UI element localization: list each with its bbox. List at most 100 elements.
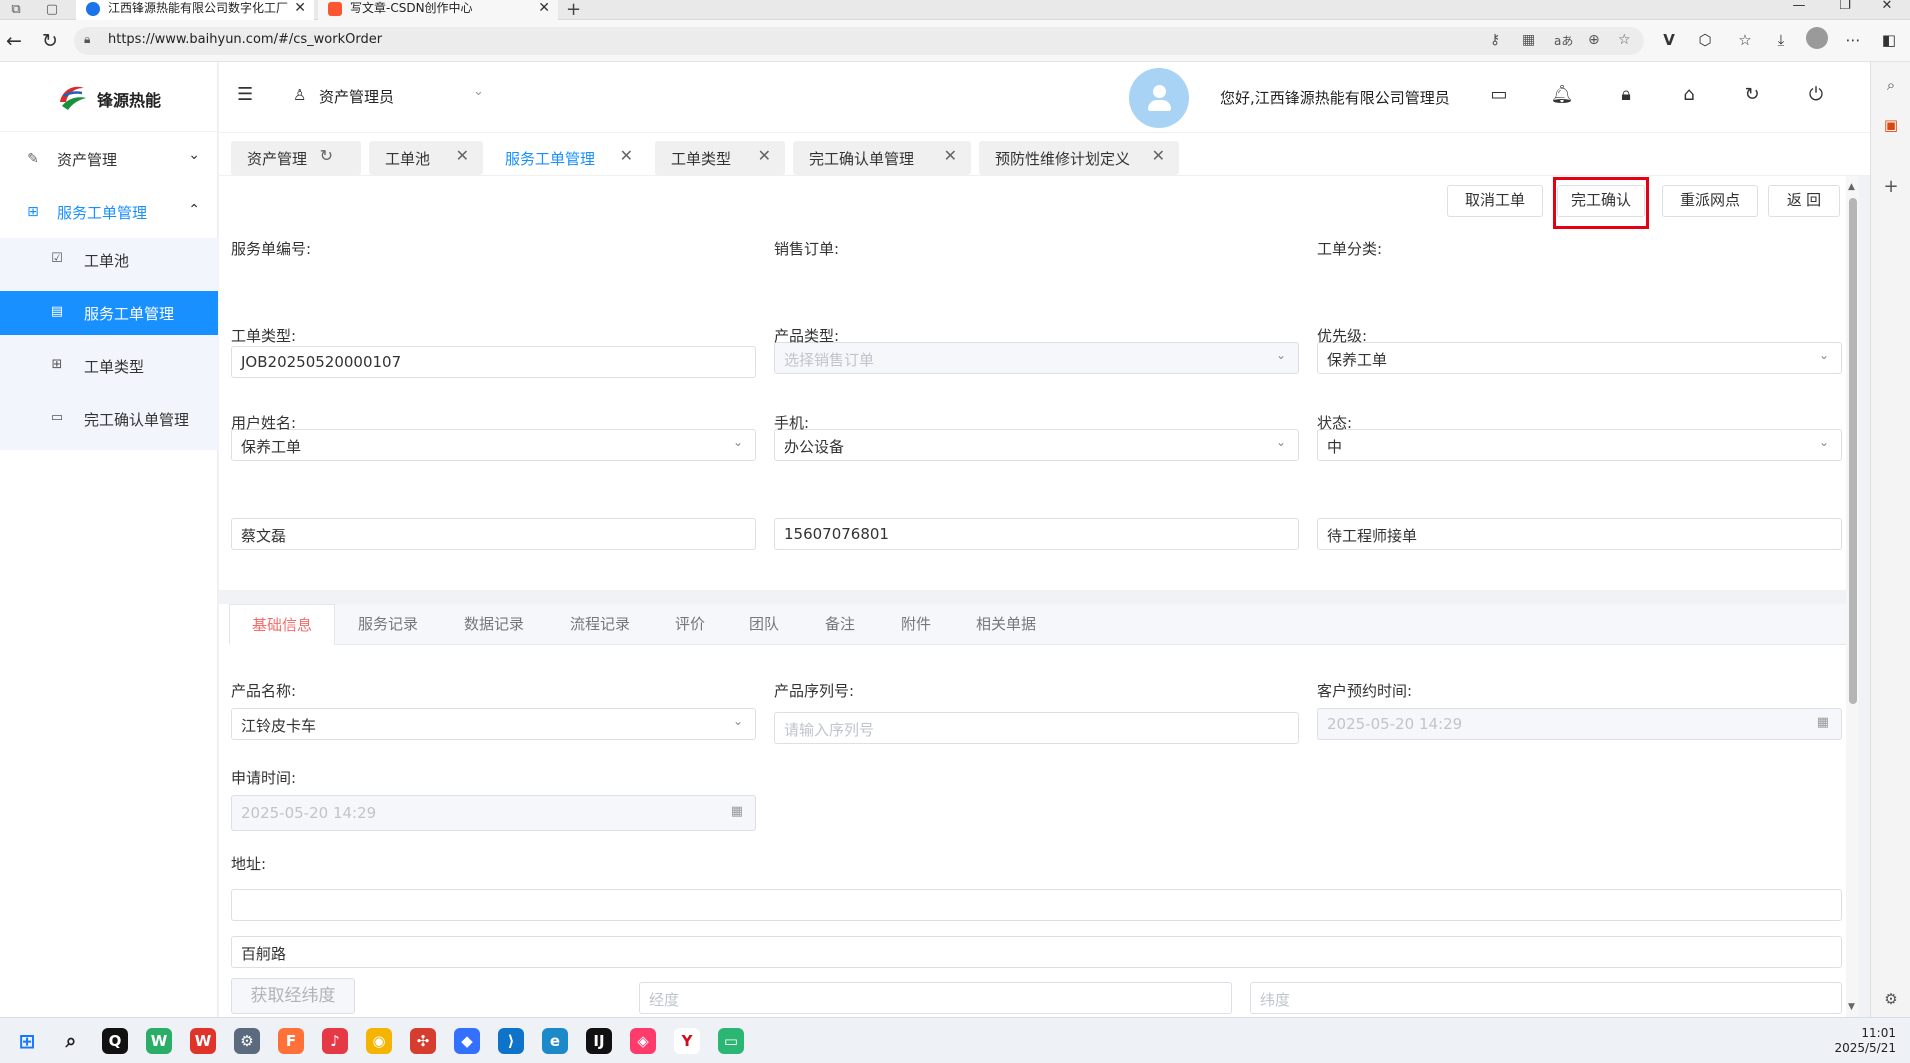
reassign-outlet-button[interactable]: 重派网点 <box>1662 185 1758 217</box>
sidebar-toggle-icon[interactable]: ◧ <box>1878 31 1900 49</box>
sidebar-item-order-types[interactable]: ⊞ 工单类型 <box>0 344 218 388</box>
chrome-icon[interactable]: ◉ <box>366 1028 392 1054</box>
avatar[interactable] <box>1129 68 1189 128</box>
lark-icon[interactable]: ◆ <box>454 1028 480 1054</box>
phone-input[interactable]: 15607076801 <box>774 518 1299 550</box>
new-tab-icon[interactable]: + <box>566 0 581 20</box>
sidebar-item-asset-management[interactable]: ✎ 资产管理 ⌄ <box>0 133 218 185</box>
close-tab-icon[interactable]: ✕ <box>538 0 550 16</box>
status-input[interactable]: 待工程师接单 <box>1317 518 1842 550</box>
netease-music-icon[interactable]: ♪ <box>322 1028 348 1054</box>
tab-attachments[interactable]: 附件 <box>879 604 953 645</box>
longitude-input[interactable]: 经度 <box>639 982 1232 1014</box>
search-icon[interactable]: ⌕ <box>58 1028 84 1054</box>
edge-browser-icon[interactable]: e <box>542 1028 568 1054</box>
order-type-select[interactable]: 保养工单 ⌄ <box>231 429 756 461</box>
product-type-select[interactable]: 办公设备 ⌄ <box>774 429 1299 461</box>
tab-data-records[interactable]: 数据记录 <box>441 604 547 645</box>
gear-icon[interactable]: ⚙ <box>1882 990 1900 1008</box>
brand-logo[interactable]: 锋源热能 <box>0 62 218 132</box>
vscode-icon[interactable]: ⟩ <box>498 1028 524 1054</box>
app-y-icon[interactable]: Y <box>674 1028 700 1054</box>
add-icon[interactable]: + <box>1882 176 1900 197</box>
back-button[interactable]: 返 回 <box>1768 185 1840 217</box>
wechat-icon[interactable]: W <box>146 1028 172 1054</box>
tag-completion-confirmation[interactable]: 完工确认单管理 ✕ <box>793 141 971 175</box>
browser-tab-app[interactable]: 江西锋源热能有限公司数字化工厂 ✕ <box>76 0 314 20</box>
close-icon[interactable]: ✕ <box>620 146 633 165</box>
category-select[interactable]: 保养工单 ⌄ <box>1317 342 1842 374</box>
minimize-icon[interactable]: — <box>1776 0 1822 12</box>
sales-order-select[interactable]: 选择销售订单 ⌄ <box>774 342 1299 374</box>
content-scrollbar[interactable]: ▲ ▼ <box>1846 176 1859 1017</box>
product-name-select[interactable]: 江铃皮卡车 ⌄ <box>231 708 756 740</box>
address-line1-input[interactable] <box>231 889 1842 921</box>
qq-icon[interactable]: Q <box>102 1028 128 1054</box>
workspaces-icon[interactable]: ⧉ <box>8 2 24 18</box>
lock-icon[interactable]: 🔒︎ <box>1614 83 1638 107</box>
windows-start-icon[interactable]: ⊞ <box>14 1028 40 1054</box>
firefox-icon[interactable]: F <box>278 1028 304 1054</box>
search-icon[interactable]: ⌕ <box>1882 76 1900 94</box>
tag-preventive-maintenance[interactable]: 预防性维修计划定义 ✕ <box>979 141 1179 175</box>
url-field[interactable]: 🔒︎ https://www.baihyun.com/#/cs_workOrde… <box>74 27 1644 55</box>
reload-icon[interactable]: ↻ <box>38 29 62 53</box>
scroll-thumb[interactable] <box>1849 198 1857 704</box>
intellij-icon[interactable]: IJ <box>586 1028 612 1054</box>
close-icon[interactable]: ✕ <box>456 146 469 165</box>
app-pink-icon[interactable]: ◈ <box>630 1028 656 1054</box>
tag-service-order-management[interactable]: 服务工单管理 ✕ <box>489 141 647 175</box>
sidebar-item-completion-confirmation[interactable]: ▭ 完工确认单管理 <box>0 397 218 441</box>
home-icon[interactable]: ⌂ <box>1677 83 1701 107</box>
extension-v-icon[interactable]: V <box>1658 31 1680 49</box>
menu-toggle-icon[interactable]: ☰ <box>237 86 257 104</box>
power-icon[interactable]: ⏻ <box>1804 83 1828 107</box>
key-icon[interactable]: ⚷ <box>1490 32 1500 48</box>
restore-icon[interactable]: ❐ <box>1822 0 1868 12</box>
favorite-star-icon[interactable]: ☆ <box>1618 32 1631 48</box>
apply-time-datepicker[interactable]: 2025-05-20 14:29 ▦ <box>231 795 756 831</box>
tab-actions-icon[interactable]: ▢ <box>44 2 60 18</box>
tag-order-pool[interactable]: 工单池 ✕ <box>369 141 483 175</box>
xmind-icon[interactable]: ✣ <box>410 1028 436 1054</box>
system-clock[interactable]: 11:01 2025/5/21 <box>1834 1026 1896 1056</box>
message-icon[interactable]: ▭ <box>1487 83 1511 107</box>
back-icon[interactable]: ← <box>2 29 26 53</box>
close-icon[interactable]: ✕ <box>1152 146 1165 165</box>
wps-icon[interactable]: W <box>190 1028 216 1054</box>
service-no-input[interactable]: JOB20250520000107 <box>231 346 756 378</box>
close-window-icon[interactable]: ✕ <box>1864 0 1910 12</box>
get-coordinates-button[interactable]: 获取经纬度 <box>231 978 355 1014</box>
appointment-datepicker[interactable]: 2025-05-20 14:29 ▦ <box>1317 708 1842 740</box>
latitude-input[interactable]: 纬度 <box>1250 982 1842 1014</box>
tab-basic-info[interactable]: 基础信息 <box>229 604 335 645</box>
close-icon[interactable]: ✕ <box>944 146 957 165</box>
zoom-icon[interactable]: ⊕ <box>1588 32 1600 48</box>
browser-tab-csdn[interactable]: 写文章-CSDN创作中心 ✕ <box>318 0 558 20</box>
settings-app-icon[interactable]: ⚙ <box>234 1028 260 1054</box>
serial-no-input[interactable]: 请输入序列号 <box>774 712 1299 744</box>
reader-icon[interactable]: ▦ <box>1522 32 1535 48</box>
translate-icon[interactable]: aあ <box>1554 32 1573 49</box>
sidebar-item-service-orders[interactable]: ⊞ 服务工单管理 ⌃ <box>0 186 218 238</box>
scroll-up-icon[interactable]: ▲ <box>1848 182 1855 192</box>
close-icon[interactable]: ✕ <box>758 146 771 165</box>
bell-icon[interactable]: 🔔︎ <box>1550 83 1574 107</box>
remote-desktop-icon[interactable]: ▭ <box>718 1028 744 1054</box>
close-tab-icon[interactable]: ✕ <box>294 0 306 16</box>
tab-team[interactable]: 团队 <box>727 604 801 645</box>
shopping-icon[interactable]: ▣ <box>1882 116 1900 134</box>
tab-notes[interactable]: 备注 <box>801 604 879 645</box>
tab-service-records[interactable]: 服务记录 <box>335 604 441 645</box>
refresh-icon[interactable]: ↻ <box>320 146 333 165</box>
priority-select[interactable]: 中 ⌄ <box>1317 429 1842 461</box>
sidebar-item-order-pool[interactable]: ☑ 工单池 <box>0 238 218 282</box>
scroll-down-icon[interactable]: ▼ <box>1848 1002 1855 1012</box>
address-line2-input[interactable]: 百舸路 <box>231 936 1842 968</box>
refresh-icon[interactable]: ↻ <box>1740 83 1764 107</box>
role-select[interactable]: ♙ 资产管理员 ⌄ <box>293 84 493 108</box>
user-name-input[interactable]: 蔡文磊 <box>231 518 756 550</box>
cancel-order-button[interactable]: 取消工单 <box>1447 185 1543 217</box>
tab-evaluation[interactable]: 评价 <box>653 604 727 645</box>
extensions-icon[interactable]: ⬡ <box>1694 31 1716 49</box>
